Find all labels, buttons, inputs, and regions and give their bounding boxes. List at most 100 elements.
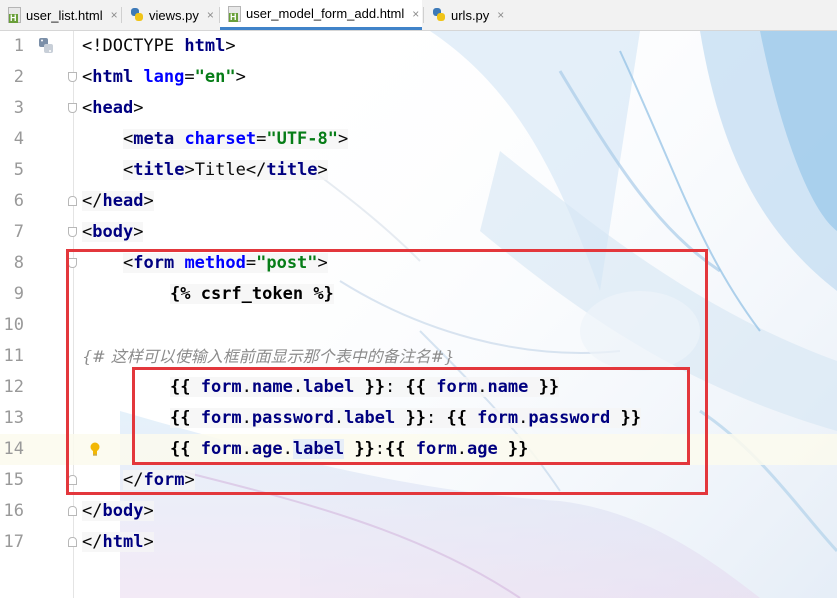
code-token: < (82, 98, 93, 118)
code-token: "en" (194, 67, 236, 87)
code-token: age (251, 439, 283, 459)
code-token: title (133, 160, 185, 180)
html-file-icon (8, 7, 21, 23)
editor-tab-bar: user_list.html × views.py × user_model_f… (0, 0, 837, 31)
code-token: name (251, 377, 293, 397)
code-line-15[interactable]: 15 </form> (0, 465, 837, 496)
code-line-13[interactable]: 13 {{ form.password.label }}: {{ form.pa… (0, 403, 837, 434)
code-token: html (102, 532, 144, 552)
line-number: 14 (3, 439, 24, 459)
code-token: form (415, 439, 457, 459)
code-comment: #} (430, 347, 455, 366)
code-token: < (123, 129, 134, 149)
code-token: }} (344, 439, 375, 459)
code-token: name (487, 377, 529, 397)
code-editor[interactable]: 1 <!DOCTYPE html> 2 <html lang="en"> 3 <… (0, 31, 837, 598)
line-number: 16 (3, 501, 24, 521)
python-file-icon (432, 8, 446, 22)
code-token: head (92, 98, 134, 118)
intention-bulb-icon[interactable] (89, 442, 101, 456)
code-token: title (266, 160, 318, 180)
tab-urls-py[interactable]: urls.py × (424, 0, 512, 30)
close-icon[interactable]: × (412, 7, 419, 21)
code-token: password (251, 408, 334, 428)
fold-marker[interactable] (68, 227, 77, 237)
close-icon[interactable]: × (207, 8, 214, 22)
code-token: form (200, 377, 242, 397)
python-icon (39, 38, 53, 53)
code-token: "post" (256, 253, 318, 273)
code-token: label (344, 408, 396, 428)
code-token: Title (194, 160, 246, 180)
code-line-10[interactable]: 10 (0, 310, 837, 341)
code-token: {{ (405, 377, 437, 397)
tab-label: views.py (149, 7, 199, 23)
code-line-14[interactable]: 14 {{ form.age.label }}:{{ form.age }} (0, 434, 837, 465)
code-token: > (235, 67, 246, 87)
line-number: 11 (3, 346, 24, 366)
code-token: {% (170, 284, 201, 304)
tab-user-list-html[interactable]: user_list.html × (0, 0, 120, 30)
code-line-3[interactable]: 3 <head> (0, 93, 837, 124)
code-line-6[interactable]: 6 </head> (0, 186, 837, 217)
code-token: </ (82, 191, 103, 211)
code-token: form (477, 408, 519, 428)
code-token: . (518, 408, 529, 428)
line-number: 5 (13, 160, 24, 180)
code-line-2[interactable]: 2 <html lang="en"> (0, 62, 837, 93)
code-token: body (102, 501, 144, 521)
code-token: > (143, 532, 154, 552)
tab-label: user_list.html (26, 7, 103, 23)
fold-marker[interactable] (68, 103, 77, 113)
code-token: form (143, 470, 185, 490)
code-token: : (425, 408, 447, 428)
code-token: {{ (170, 377, 201, 397)
code-line-1[interactable]: 1 <!DOCTYPE html> (0, 31, 837, 62)
code-token: . (456, 439, 467, 459)
code-line-16[interactable]: 16 </body> (0, 496, 837, 527)
code-token: < (123, 253, 134, 273)
code-token: </ (82, 532, 103, 552)
code-token: . (333, 408, 345, 428)
code-token: . (292, 377, 304, 397)
line-number: 3 (13, 98, 24, 118)
code-line-9[interactable]: 9 {% csrf_token %} (0, 279, 837, 310)
code-token: form (133, 253, 175, 273)
close-icon[interactable]: × (497, 8, 504, 22)
fold-marker[interactable] (68, 475, 77, 485)
code-token: method (174, 253, 246, 273)
fold-marker[interactable] (68, 537, 77, 547)
code-token: : (374, 439, 386, 459)
html-file-icon (228, 5, 241, 22)
fold-marker[interactable] (68, 258, 77, 268)
code-token: {{ (170, 408, 201, 428)
fold-marker[interactable] (68, 196, 77, 206)
code-token: > (338, 129, 349, 149)
code-line-4[interactable]: 4 <meta charset="UTF-8"> (0, 124, 837, 155)
code-token: . (282, 439, 293, 459)
fold-marker[interactable] (68, 506, 77, 516)
code-line-17[interactable]: 17 </html> (0, 527, 837, 558)
close-icon[interactable]: × (111, 8, 118, 22)
code-line-5[interactable]: 5 <title>Title</title> (0, 155, 837, 186)
code-token: < (82, 67, 93, 87)
code-line-7[interactable]: 7 <body> (0, 217, 837, 248)
code-token: age (466, 439, 498, 459)
line-number: 1 (13, 36, 24, 56)
code-token: label (292, 439, 345, 459)
code-token: <!DOCTYPE (82, 36, 185, 56)
code-line-12[interactable]: 12 {{ form.name.label }}: {{ form.name }… (0, 372, 837, 403)
fold-marker[interactable] (68, 72, 77, 82)
code-line-8[interactable]: 8 <form method="post"> (0, 248, 837, 279)
code-token: > (184, 160, 195, 180)
code-token: html (92, 67, 134, 87)
code-line-11[interactable]: 11 {# 这样可以使输入框前面显示那个表中的备注名#} (0, 341, 837, 372)
code-token: csrf_token (200, 284, 304, 304)
code-token: form (200, 408, 242, 428)
code-token: > (317, 253, 328, 273)
tab-user-model-form-add-html[interactable]: user_model_form_add.html × (220, 0, 422, 30)
tab-views-py[interactable]: views.py × (122, 0, 218, 30)
code-token: %} (303, 284, 334, 304)
code-token: form (436, 377, 478, 397)
line-number: 6 (13, 191, 24, 211)
